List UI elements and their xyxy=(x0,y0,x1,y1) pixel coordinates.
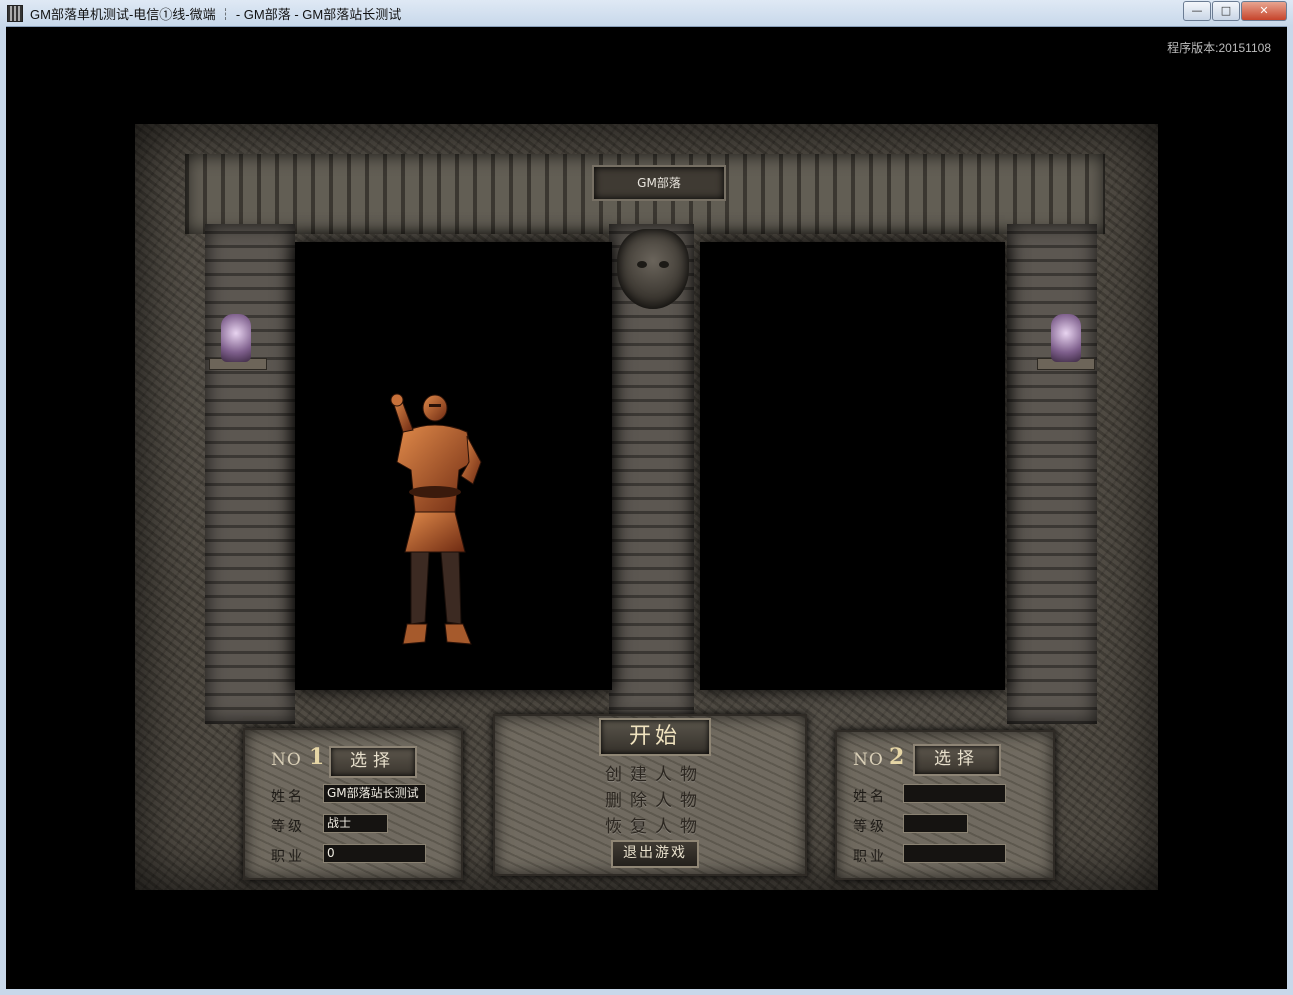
maximize-button[interactable]: □ xyxy=(1212,1,1240,21)
slot-2-select-button[interactable]: 选择 xyxy=(913,744,1001,776)
window-controls: — □ ✕ xyxy=(1182,1,1287,21)
create-character-button[interactable]: 创建人物 xyxy=(599,760,711,785)
version-label: 程序版本:20151108 xyxy=(1167,41,1271,55)
slot-1-name-value: GM部落站长测试 xyxy=(323,784,426,803)
slot-2-name-label: 姓名 xyxy=(853,789,887,805)
gargoyle-carving xyxy=(617,229,689,309)
slot-2-level-value xyxy=(903,814,968,833)
gargoyle-eye-left xyxy=(637,261,647,268)
slot-1-level-value: 战士 xyxy=(323,814,388,833)
character-slot-2-alcove[interactable] xyxy=(700,242,1005,690)
slot-1-name-label: 姓名 xyxy=(271,789,305,805)
window-title: GM部落单机测试-电信①线-微端 ┆ - GM部落 - GM部落站长测试 xyxy=(30,7,402,22)
left-lamp-icon xyxy=(221,314,251,362)
warrior-character[interactable] xyxy=(381,392,485,652)
slot-1-level-label: 等级 xyxy=(271,819,305,835)
server-name: GM部落 xyxy=(637,176,681,190)
right-pillar xyxy=(1007,224,1097,724)
restore-character-button[interactable]: 恢复人物 xyxy=(599,812,711,837)
right-lamp-icon xyxy=(1051,314,1081,362)
main-menu-panel: 开始 创建人物 删除人物 恢复人物 退出游戏 xyxy=(493,714,807,876)
delete-character-button[interactable]: 删除人物 xyxy=(599,786,711,811)
start-button[interactable]: 开始 xyxy=(599,718,711,756)
app-icon xyxy=(7,5,23,22)
slot-2-name-value xyxy=(903,784,1006,803)
slot-1-no-label: NO xyxy=(271,750,302,770)
slot-1-info-panel: NO 1 选择 姓名 GM部落站长测试 等级 战士 职业 0 xyxy=(243,728,463,880)
window-border-bottom xyxy=(0,989,1293,995)
close-button[interactable]: ✕ xyxy=(1241,1,1287,21)
character-select-scene: GM部落 NO 1 选择 姓名 GM部落站长测试 等级 战士 职业 0 开始 创… xyxy=(135,124,1158,890)
slot-1-job-value: 0 xyxy=(323,844,426,863)
slot-2-job-value xyxy=(903,844,1006,863)
slot-2-job-label: 职业 xyxy=(853,849,887,865)
slot-2-no-number: 2 xyxy=(889,744,905,770)
server-name-plate: GM部落 xyxy=(592,165,726,201)
minimize-button[interactable]: — xyxy=(1183,1,1211,21)
window-titlebar[interactable]: GM部落单机测试-电信①线-微端 ┆ - GM部落 - GM部落站长测试 — □… xyxy=(0,0,1293,27)
slot-1-job-label: 职业 xyxy=(271,849,305,865)
left-pillar xyxy=(205,224,295,724)
exit-game-button[interactable]: 退出游戏 xyxy=(611,840,699,868)
slot-1-select-button[interactable]: 选择 xyxy=(329,746,417,778)
slot-1-no-number: 1 xyxy=(309,744,325,770)
slot-2-info-panel: NO 2 选择 姓名 等级 职业 xyxy=(835,730,1055,880)
slot-2-level-label: 等级 xyxy=(853,819,887,835)
game-client-area: 程序版本:20151108 GM部落 NO 1 选择 姓名 GM部落站长测试 等… xyxy=(6,27,1287,989)
slot-2-no-label: NO xyxy=(853,750,884,770)
window-border-right xyxy=(1287,26,1293,995)
gargoyle-eye-right xyxy=(659,261,669,268)
